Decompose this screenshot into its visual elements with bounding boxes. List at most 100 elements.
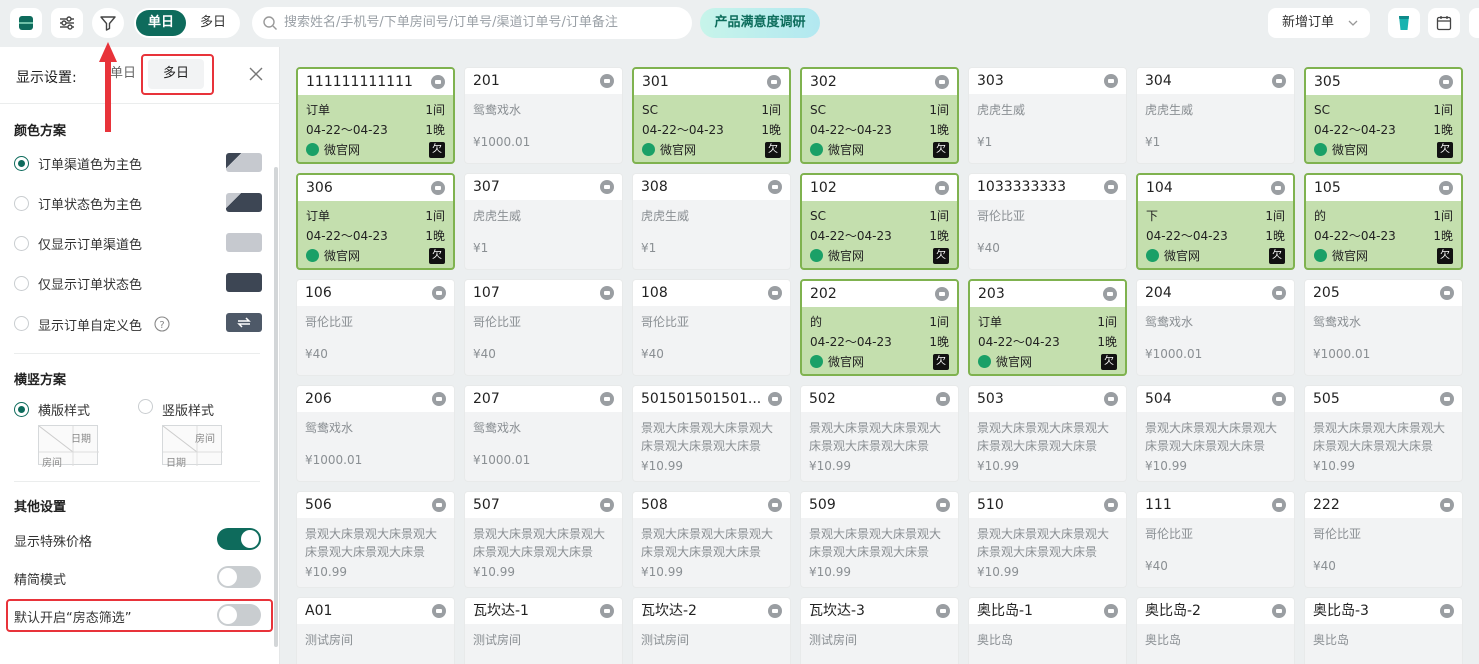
lock-icon[interactable]	[432, 604, 446, 618]
room-card[interactable]: 104 下 1间 04-22～04-23 1晚 微官网 欠	[1136, 173, 1295, 270]
lock-icon[interactable]	[768, 604, 782, 618]
room-card[interactable]: 202 的 1间 04-22～04-23 1晚 微官网 欠	[800, 279, 959, 376]
room-card[interactable]: 206 鸳鸯戏水 ¥1000.01	[296, 385, 455, 482]
room-card[interactable]: 304 虎虎生威 ¥1	[1136, 67, 1295, 164]
app-logo-button[interactable]	[10, 8, 42, 38]
new-order-dropdown[interactable]: 新增订单	[1268, 8, 1370, 38]
room-card[interactable]: 501501501501... 景观大床景观大床景观大床景观大床景观大床景观...…	[632, 385, 791, 482]
room-card[interactable]: 1033333333 哥伦比亚 ¥40	[968, 173, 1127, 270]
room-card[interactable]: 507 景观大床景观大床景观大床景观大床景观大床景观... ¥10.99	[464, 491, 623, 588]
lock-icon[interactable]	[935, 287, 949, 301]
room-card[interactable]: 503 景观大床景观大床景观大床景观大床景观大床景观... ¥10.99	[968, 385, 1127, 482]
room-card[interactable]: 508 景观大床景观大床景观大床景观大床景观大床景观... ¥10.99	[632, 491, 791, 588]
room-card[interactable]: 506 景观大床景观大床景观大床景观大床景观大床景观... ¥10.99	[296, 491, 455, 588]
lock-icon[interactable]	[1440, 392, 1454, 406]
lock-icon[interactable]	[768, 180, 782, 194]
lock-icon[interactable]	[1272, 392, 1286, 406]
lock-icon[interactable]	[768, 392, 782, 406]
room-card[interactable]: 奥比岛-3 奥比岛	[1304, 597, 1463, 664]
lock-icon[interactable]	[768, 498, 782, 512]
lock-icon[interactable]	[1103, 287, 1117, 301]
lock-icon[interactable]	[600, 180, 614, 194]
lock-icon[interactable]	[1104, 498, 1118, 512]
lock-icon[interactable]	[1439, 181, 1453, 195]
room-card[interactable]: 102 SC 1间 04-22～04-23 1晚 微官网 欠	[800, 173, 959, 270]
radio-status-only[interactable]	[14, 276, 29, 291]
radio-vertical[interactable]	[138, 399, 153, 414]
room-card[interactable]: 奥比岛-2 奥比岛	[1136, 597, 1295, 664]
radio-horizontal[interactable]	[14, 402, 29, 417]
lock-icon[interactable]	[600, 392, 614, 406]
lock-icon[interactable]	[936, 604, 950, 618]
lock-icon[interactable]	[936, 498, 950, 512]
room-card[interactable]: 106 哥伦比亚 ¥40	[296, 279, 455, 376]
room-card[interactable]: 305 SC 1间 04-22～04-23 1晚 微官网 欠	[1304, 67, 1463, 164]
lock-icon[interactable]	[431, 75, 445, 89]
lock-icon[interactable]	[1104, 604, 1118, 618]
compact-mode-toggle[interactable]	[217, 566, 261, 588]
room-card[interactable]: 502 景观大床景观大床景观大床景观大床景观大床景观... ¥10.99	[800, 385, 959, 482]
room-card[interactable]: 307 虎虎生威 ¥1	[464, 173, 623, 270]
lock-icon[interactable]	[1272, 604, 1286, 618]
lock-icon[interactable]	[600, 74, 614, 88]
lock-icon[interactable]	[935, 181, 949, 195]
room-card[interactable]: 302 SC 1间 04-22～04-23 1晚 微官网 欠	[800, 67, 959, 164]
radio-custom-color[interactable]	[14, 316, 29, 331]
room-card[interactable]: 瓦坎达-3 测试房间	[800, 597, 959, 664]
lock-icon[interactable]	[1440, 498, 1454, 512]
room-card[interactable]: 510 景观大床景观大床景观大床景观大床景观大床景观... ¥10.99	[968, 491, 1127, 588]
lock-icon[interactable]	[1440, 286, 1454, 300]
single-day-tab[interactable]: 单日	[136, 10, 186, 36]
room-card[interactable]: 瓦坎达-1 测试房间	[464, 597, 623, 664]
radio-channel-primary[interactable]	[14, 156, 29, 171]
room-card[interactable]: 111 哥伦比亚 ¥40	[1136, 491, 1295, 588]
radio-status-primary[interactable]	[14, 196, 29, 211]
room-card[interactable]: 303 虎虎生威 ¥1	[968, 67, 1127, 164]
multi-day-tab[interactable]: 多日	[188, 10, 238, 36]
room-card[interactable]: 301 SC 1间 04-22～04-23 1晚 微官网 欠	[632, 67, 791, 164]
room-card[interactable]: 瓦坎达-2 测试房间	[632, 597, 791, 664]
room-card[interactable]: 201 鸳鸯戏水 ¥1000.01	[464, 67, 623, 164]
lock-icon[interactable]	[432, 286, 446, 300]
room-card[interactable]: 505 景观大床景观大床景观大床景观大床景观大床景观... ¥10.99	[1304, 385, 1463, 482]
room-card[interactable]: 205 鸳鸯戏水 ¥1000.01	[1304, 279, 1463, 376]
radio-channel-only[interactable]	[14, 236, 29, 251]
lock-icon[interactable]	[600, 286, 614, 300]
room-card[interactable]: 111111111111 订单 1间 04-22～04-23 1晚 微官网 欠	[296, 67, 455, 164]
settings-button[interactable]	[51, 8, 83, 38]
lock-icon[interactable]	[767, 75, 781, 89]
lock-icon[interactable]	[1439, 75, 1453, 89]
room-card[interactable]: 108 哥伦比亚 ¥40	[632, 279, 791, 376]
close-icon[interactable]	[247, 65, 265, 83]
lock-icon[interactable]	[432, 392, 446, 406]
calendar-button[interactable]	[1428, 8, 1460, 38]
lock-icon[interactable]	[1440, 604, 1454, 618]
search-input[interactable]: 搜索姓名/手机号/下单房间号/订单号/渠道订单号/订单备注	[252, 7, 692, 39]
room-card[interactable]: 504 景观大床景观大床景观大床景观大床景观大床景观... ¥10.99	[1136, 385, 1295, 482]
lock-icon[interactable]	[600, 498, 614, 512]
more-button[interactable]	[1469, 8, 1479, 38]
swatch-custom[interactable]	[226, 313, 262, 332]
room-card[interactable]: 306 订单 1间 04-22～04-23 1晚 微官网 欠	[296, 173, 455, 270]
room-card[interactable]: 奥比岛-1 奥比岛	[968, 597, 1127, 664]
lock-icon[interactable]	[600, 604, 614, 618]
lock-icon[interactable]	[1104, 180, 1118, 194]
lock-icon[interactable]	[1272, 286, 1286, 300]
help-icon[interactable]: ?	[154, 316, 170, 332]
filter-button[interactable]	[92, 8, 124, 38]
panel-scrollbar[interactable]	[274, 167, 278, 647]
lock-icon[interactable]	[936, 392, 950, 406]
room-card[interactable]: A01 测试房间	[296, 597, 455, 664]
room-card[interactable]: 204 鸳鸯戏水 ¥1000.01	[1136, 279, 1295, 376]
lock-icon[interactable]	[1271, 181, 1285, 195]
lock-icon[interactable]	[768, 286, 782, 300]
cup-button[interactable]	[1388, 8, 1420, 38]
lock-icon[interactable]	[1272, 498, 1286, 512]
lock-icon[interactable]	[935, 75, 949, 89]
room-card[interactable]: 207 鸳鸯戏水 ¥1000.01	[464, 385, 623, 482]
lock-icon[interactable]	[432, 498, 446, 512]
room-card[interactable]: 222 哥伦比亚 ¥40	[1304, 491, 1463, 588]
room-card[interactable]: 203 订单 1间 04-22～04-23 1晚 微官网 欠	[968, 279, 1127, 376]
room-card[interactable]: 308 虎虎生威 ¥1	[632, 173, 791, 270]
room-card[interactable]: 509 景观大床景观大床景观大床景观大床景观大床景观... ¥10.99	[800, 491, 959, 588]
